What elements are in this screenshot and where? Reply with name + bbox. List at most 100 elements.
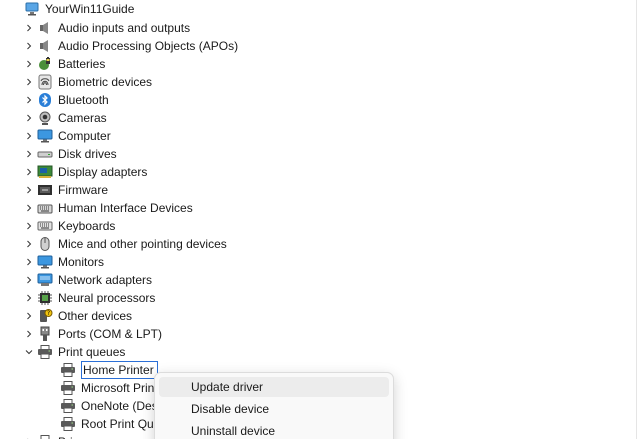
monitor-icon [37, 254, 53, 270]
tree-node-neural-processors[interactable]: Neural processors [21, 289, 155, 307]
printer-icon [60, 416, 76, 432]
tree-node-label: Cameras [58, 111, 107, 125]
tree-node-label: Keyboards [58, 219, 116, 233]
network-adapter-icon [37, 272, 53, 288]
hid-icon [37, 200, 53, 216]
tree-node-keyboards[interactable]: Keyboards [21, 217, 115, 235]
chevron-right-icon[interactable] [21, 37, 37, 55]
tree-root-node[interactable]: YourWin11Guide [24, 0, 134, 18]
speaker-icon [37, 20, 53, 36]
disable-device-label: Disable device [191, 402, 270, 416]
print-queue-item-root-print-qu[interactable]: Root Print Qu [60, 415, 154, 433]
chevron-right-icon[interactable] [21, 73, 37, 91]
uninstall-device-label: Uninstall device [191, 424, 276, 438]
tree-node-label: Firmware [58, 183, 108, 197]
disk-drive-icon [37, 146, 53, 162]
printer-icon [37, 344, 53, 360]
context-menu: Update driver Disable device Uninstall d… [154, 372, 394, 439]
tree-node-biometric-devices[interactable]: Biometric devices [21, 73, 152, 91]
tree-node-label: Display adapters [58, 165, 148, 179]
chevron-right-icon[interactable] [21, 19, 37, 37]
tree-node-label: Disk drives [58, 147, 117, 161]
tree-node-label: Other devices [58, 309, 133, 323]
chevron-down-icon[interactable] [21, 343, 37, 361]
tree-node-firmware[interactable]: Firmware [21, 181, 108, 199]
tree-node-label: Ports (COM & LPT) [58, 327, 163, 341]
battery-icon [37, 56, 53, 72]
chevron-right-icon[interactable] [21, 109, 37, 127]
display-adapter-icon [37, 164, 53, 180]
chevron-right-icon[interactable] [21, 199, 37, 217]
firmware-icon [37, 182, 53, 198]
tree-node-human-interface-devices[interactable]: Human Interface Devices [21, 199, 193, 217]
tree-node-label: Audio inputs and outputs [58, 21, 191, 35]
tree-node-display-adapters[interactable]: Display adapters [21, 163, 147, 181]
tree-node-computer[interactable]: Computer [21, 127, 111, 145]
tree-node-partial[interactable]: Pri [21, 433, 73, 439]
tree-node-label: Computer [58, 129, 111, 143]
port-icon [37, 326, 53, 342]
tree-node-label: Audio Processing Objects (APOs) [58, 39, 239, 53]
print-queue-item-onenote-des[interactable]: OneNote (Des [60, 397, 158, 415]
tree-node-other-devices[interactable]: ? Other devices [21, 307, 132, 325]
chevron-right-icon[interactable] [21, 55, 37, 73]
tree-node-label: Neural processors [58, 291, 156, 305]
chevron-right-icon[interactable] [21, 91, 37, 109]
tree-node-audio-processing-objects-apos[interactable]: Audio Processing Objects (APOs) [21, 37, 238, 55]
computer-icon [24, 1, 40, 17]
tree-node-label: Batteries [58, 57, 106, 71]
speaker-icon [37, 38, 53, 54]
tree-node-bluetooth[interactable]: Bluetooth [21, 91, 109, 109]
disable-device-menu-item[interactable]: Disable device [159, 399, 389, 419]
mouse-icon [37, 236, 53, 252]
camera-icon [37, 110, 53, 126]
fingerprint-icon [37, 74, 53, 90]
tree-node-label: Bluetooth [58, 93, 109, 107]
chevron-right-icon[interactable] [21, 145, 37, 163]
tree-node-monitors[interactable]: Monitors [21, 253, 104, 271]
chevron-right-icon[interactable] [21, 127, 37, 145]
chip-icon [37, 290, 53, 306]
uninstall-device-menu-item[interactable]: Uninstall device [159, 421, 389, 439]
print-queue-item-label: Home Printer [81, 361, 158, 379]
chevron-right-icon[interactable] [21, 181, 37, 199]
print-queue-item-microsoft-prin[interactable]: Microsoft Prin [60, 379, 154, 397]
tree-node-audio-inputs-and-outputs[interactable]: Audio inputs and outputs [21, 19, 190, 37]
tree-node-batteries[interactable]: Batteries [21, 55, 105, 73]
chevron-right-icon[interactable] [21, 271, 37, 289]
tree-node-ports-com-lpt[interactable]: Ports (COM & LPT) [21, 325, 162, 343]
root-node-label: YourWin11Guide [45, 2, 135, 16]
tree-node-label: Mice and other pointing devices [58, 237, 227, 251]
tree-node-cameras[interactable]: Cameras [21, 109, 107, 127]
chevron-right-icon[interactable] [21, 235, 37, 253]
chevron-right-icon[interactable] [21, 217, 37, 235]
chevron-right-icon[interactable] [21, 253, 37, 271]
tree-node-network-adapters[interactable]: Network adapters [21, 271, 152, 289]
tree-node-label: Biometric devices [58, 75, 153, 89]
device-manager-tree-view: YourWin11Guide Audio inputs and outputs Au… [0, 0, 637, 439]
tree-node-label: Monitors [58, 255, 105, 269]
chevron-right-icon[interactable] [21, 289, 37, 307]
printer-icon [60, 398, 76, 414]
tree-node-label: Pri [58, 433, 73, 439]
print-queue-item-label: OneNote (Des [81, 399, 158, 413]
print-queue-item-home-printer[interactable]: Home Printer [60, 361, 158, 379]
chevron-right-icon[interactable] [21, 163, 37, 181]
unknown-device-icon: ? [37, 308, 53, 324]
update-driver-menu-item[interactable]: Update driver [159, 377, 389, 397]
monitor-icon [37, 128, 53, 144]
print-queue-item-label: Microsoft Prin [81, 381, 155, 395]
print-queue-item-label: Root Print Qu [81, 417, 154, 431]
tree-node-mice-and-other-pointing-devices[interactable]: Mice and other pointing devices [21, 235, 227, 253]
keyboard-icon [37, 218, 53, 234]
printer-icon [60, 380, 76, 396]
tree-node-label: Human Interface Devices [58, 201, 193, 215]
chevron-right-icon[interactable] [21, 433, 37, 439]
svg-text:?: ? [47, 310, 50, 317]
tree-node-print-queues[interactable]: Print queues [21, 343, 125, 361]
chevron-right-icon[interactable] [21, 325, 37, 343]
tree-node-label: Print queues [58, 345, 126, 359]
printer-icon [60, 362, 76, 378]
tree-node-disk-drives[interactable]: Disk drives [21, 145, 117, 163]
chevron-right-icon[interactable] [21, 307, 37, 325]
